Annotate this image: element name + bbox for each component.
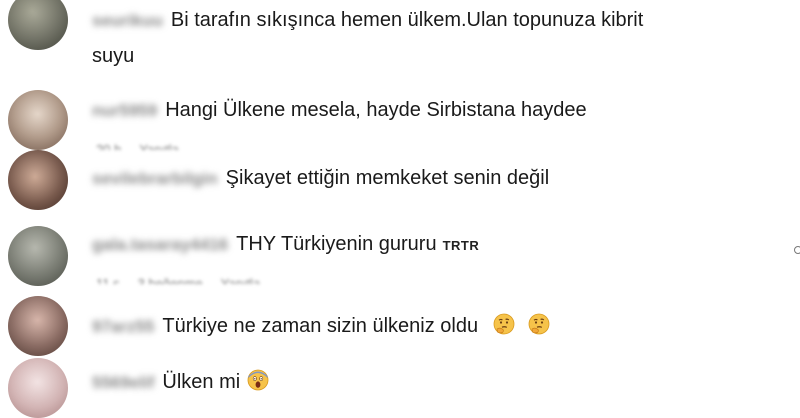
avatar[interactable] [8,150,68,210]
username[interactable]: seurikuu [92,9,163,33]
comment-text: Bi tarafın sıkışınca hemen ülkem.Ulan to… [170,9,644,31]
comment-line: seurikuu Bi tarafın sıkışınca hemen ülkem… [92,8,796,33]
comment-meta: 11 s 3 beğenme Yanıtla [96,276,278,284]
avatar[interactable] [8,296,68,356]
thinking-face-icon [493,313,515,335]
username[interactable]: sevilebrarbilgin [92,167,218,191]
avatar[interactable] [8,0,68,50]
comment-text: THY Türkiyenin gururu [236,233,437,255]
comment-meta: 20 h Yanıtla [96,142,197,150]
flag-emoji: TRTR [442,238,480,253]
comment-line: sevilebrarbilgin Şikayet ettiğin memkeket… [92,166,796,191]
username[interactable]: gala.tasaray4416 [92,233,228,257]
comment-text: Türkiye ne zaman sizin ülkeniz oldu [162,315,479,337]
more-options-icon[interactable] [794,246,800,254]
comment-text: Hangi Ülkene mesela, hayde Sirbistana ha… [165,99,587,121]
comment-text: Ülken mi [162,371,241,393]
comment-text: Şikayet ettiğin memkeket senin değil [225,167,550,189]
comment-time: 11 s [96,276,120,284]
avatar[interactable] [8,90,68,150]
reply-link[interactable]: Yanıtla [139,142,179,150]
comment-line: 5569elif Ülken mi [92,368,796,395]
comment-line: gala.tasaray4416 THY Türkiyenin gururu TRT… [92,232,796,258]
comment-text-continued: suyu [92,45,135,67]
comment-likes[interactable]: 3 beğenme [138,276,203,284]
avatar[interactable] [8,226,68,286]
avatar[interactable] [8,358,68,418]
comment-time: 20 h [96,142,122,150]
username[interactable]: 97arz55 [92,315,154,339]
username[interactable]: nur5959 [92,99,157,123]
comment-line: 97arz55 Türkiye ne zaman sizin ülkeniz ol… [92,312,796,339]
screaming-face-icon [247,369,269,391]
reply-link[interactable]: Yanıtla [221,276,261,284]
thinking-face-icon [528,313,550,335]
username[interactable]: 5569elif [92,371,154,395]
comment-line: nur5959 Hangi Ülkene mesela, hayde Sirbis… [92,98,796,123]
